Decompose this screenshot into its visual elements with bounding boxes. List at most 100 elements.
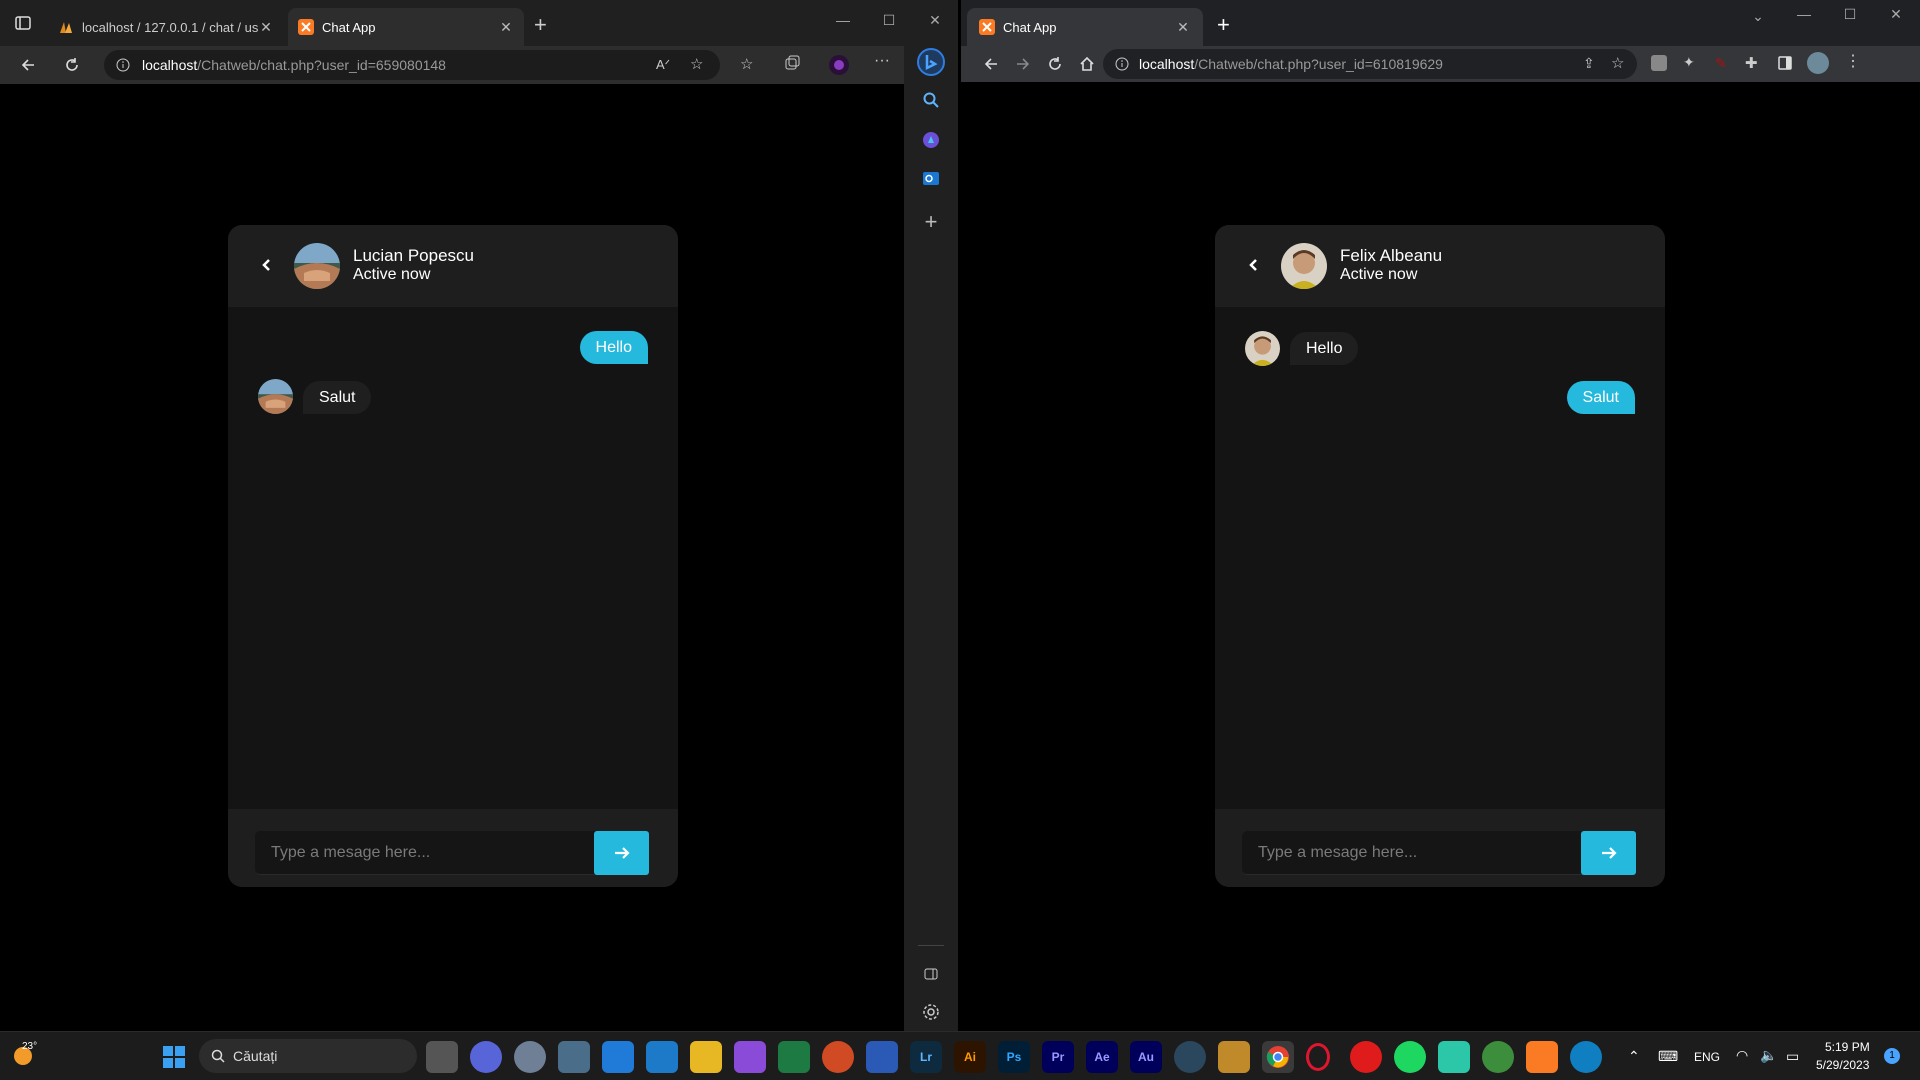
audition-icon[interactable]: Au: [1130, 1041, 1162, 1073]
edge-tab-bar: localhost / 127.0.0.1 / chat / users ✕ C…: [0, 0, 958, 46]
maximize-icon[interactable]: ☐: [866, 12, 912, 29]
xampp-icon[interactable]: [1526, 1041, 1558, 1073]
taskbar-search[interactable]: Căutați: [199, 1039, 417, 1073]
outlook-icon[interactable]: [904, 162, 958, 194]
extension-icon[interactable]: [1651, 55, 1667, 71]
spotify-icon[interactable]: [1394, 1041, 1426, 1073]
word-icon[interactable]: [866, 1041, 898, 1073]
message-input[interactable]: [255, 831, 595, 875]
tray-overflow-icon[interactable]: ⌃: [1628, 1048, 1640, 1065]
address-bar[interactable]: localhost/Chatweb/chat.php?user_id=61081…: [1103, 49, 1637, 79]
close-window-icon[interactable]: ✕: [1873, 6, 1919, 23]
chrome-icon[interactable]: [1262, 1041, 1294, 1073]
volume-muted-icon[interactable]: 🔈: [1760, 1047, 1777, 1064]
clock-date[interactable]: 5/29/2023: [1816, 1058, 1869, 1072]
wifi-icon[interactable]: ◠: [1736, 1047, 1748, 1064]
chrome-toolbar: localhost/Chatweb/chat.php?user_id=61081…: [961, 46, 1920, 82]
tab-chat-app[interactable]: Chat App ✕: [967, 8, 1203, 46]
lightroom-icon[interactable]: Lr: [910, 1041, 942, 1073]
settings-gear-icon[interactable]: [904, 996, 958, 1028]
league-icon[interactable]: [1218, 1041, 1250, 1073]
send-button[interactable]: [594, 831, 649, 875]
add-sidebar-app-icon[interactable]: +: [904, 206, 958, 238]
file-explorer-icon[interactable]: [690, 1041, 722, 1073]
bookmark-star-icon[interactable]: ☆: [1611, 54, 1624, 72]
read-aloud-icon[interactable]: Aᐟ: [656, 57, 670, 73]
edge-icon[interactable]: [1570, 1041, 1602, 1073]
tab-phpmyadmin[interactable]: localhost / 127.0.0.1 / chat / users ✕: [48, 8, 284, 46]
minimize-icon[interactable]: —: [820, 12, 866, 28]
notification-badge[interactable]: 1: [1884, 1048, 1900, 1064]
tab-close-icon[interactable]: ✕: [498, 19, 514, 36]
windows-start-icon[interactable]: [158, 1041, 190, 1073]
more-icon[interactable]: ···: [874, 52, 890, 70]
task-view-icon[interactable]: [426, 1041, 458, 1073]
maximize-icon[interactable]: ☐: [1827, 6, 1873, 23]
info-icon[interactable]: [116, 58, 130, 72]
whatsapp-desktop-icon[interactable]: [1438, 1041, 1470, 1073]
extension-icon[interactable]: ✦: [1683, 54, 1695, 71]
vscode-icon[interactable]: [646, 1041, 678, 1073]
home-icon[interactable]: [1071, 48, 1103, 80]
refresh-icon[interactable]: [1039, 48, 1071, 80]
tab-search-chevron-icon[interactable]: ⌄: [1735, 8, 1781, 25]
extension-icon[interactable]: ✎: [1715, 55, 1727, 72]
youtube-music-icon[interactable]: [1350, 1041, 1382, 1073]
illustrator-icon[interactable]: Ai: [954, 1041, 986, 1073]
back-icon[interactable]: [975, 48, 1007, 80]
tab-close-icon[interactable]: ✕: [258, 19, 274, 36]
profile-avatar-icon[interactable]: [828, 54, 850, 76]
steam-icon[interactable]: [1174, 1041, 1206, 1073]
close-window-icon[interactable]: ✕: [912, 12, 958, 29]
refresh-icon[interactable]: [56, 49, 88, 81]
teams-icon[interactable]: [470, 1041, 502, 1073]
back-icon[interactable]: [12, 49, 44, 81]
photoshop-icon[interactable]: Ps: [998, 1041, 1030, 1073]
address-bar[interactable]: localhost/Chatweb/chat.php?user_id=65908…: [104, 50, 720, 80]
message-outgoing: Salut: [1566, 381, 1635, 414]
bing-chat-icon[interactable]: [904, 46, 958, 78]
tab-close-icon[interactable]: ✕: [1175, 19, 1191, 36]
copilot-icon[interactable]: [904, 124, 958, 156]
battery-icon[interactable]: ▭: [1786, 1048, 1799, 1065]
message-incoming: Salut: [303, 381, 372, 414]
profile-avatar-icon[interactable]: [1807, 52, 1829, 74]
contact-status: Active now: [353, 266, 431, 283]
tab-chat-app[interactable]: Chat App ✕: [288, 8, 524, 46]
url-host: localhost: [1139, 56, 1195, 72]
premiere-icon[interactable]: Pr: [1042, 1041, 1074, 1073]
clock-time[interactable]: 5:19 PM: [1825, 1040, 1870, 1054]
extensions-puzzle-icon[interactable]: ✚: [1745, 54, 1758, 72]
favorites-icon[interactable]: ☆: [740, 55, 753, 73]
new-tab-icon[interactable]: +: [534, 12, 547, 38]
powerpoint-icon[interactable]: [822, 1041, 854, 1073]
visual-studio-icon[interactable]: [734, 1041, 766, 1073]
opera-icon[interactable]: [1306, 1043, 1330, 1071]
back-arrow-icon[interactable]: [256, 255, 276, 275]
calculator-icon[interactable]: [558, 1041, 590, 1073]
message-input[interactable]: [1242, 831, 1582, 875]
add-favorite-icon[interactable]: ☆: [690, 55, 703, 73]
minimize-icon[interactable]: —: [1781, 6, 1827, 22]
back-arrow-icon[interactable]: [1243, 255, 1263, 275]
send-button[interactable]: [1581, 831, 1636, 875]
excel-icon[interactable]: [778, 1041, 810, 1073]
collections-icon[interactable]: [784, 55, 800, 71]
more-vert-icon[interactable]: ⋮: [1845, 51, 1861, 71]
search-icon[interactable]: [904, 84, 958, 116]
avatar: [1245, 331, 1280, 366]
keyboard-icon[interactable]: ⌨: [1658, 1048, 1678, 1065]
chrome-profile-icon[interactable]: [1482, 1041, 1514, 1073]
side-panel-icon[interactable]: [1777, 55, 1793, 71]
share-icon[interactable]: ⇪: [1583, 55, 1595, 72]
after-effects-icon[interactable]: Ae: [1086, 1041, 1118, 1073]
settings-icon[interactable]: [514, 1041, 546, 1073]
new-tab-icon[interactable]: +: [1217, 12, 1230, 38]
mail-icon[interactable]: [602, 1041, 634, 1073]
tab-actions-icon[interactable]: [14, 14, 32, 32]
hide-sidebar-icon[interactable]: [904, 958, 958, 990]
forward-icon[interactable]: [1007, 48, 1039, 80]
language-indicator[interactable]: ENG: [1694, 1050, 1720, 1064]
info-icon[interactable]: [1115, 57, 1129, 71]
contact-status: Active now: [1340, 266, 1418, 283]
